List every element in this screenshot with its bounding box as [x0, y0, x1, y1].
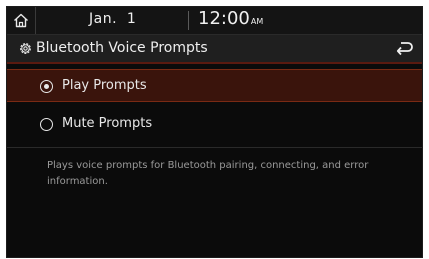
page-title: Bluetooth Voice Prompts: [36, 40, 208, 56]
gear-icon: [20, 43, 31, 54]
status-bar: Jan. 1 12:00AM: [7, 7, 422, 34]
ampm-indicator: AM: [250, 17, 264, 26]
screen: Jan. 1 12:00AM Bluetooth Voice Prompts P…: [6, 6, 423, 258]
clock-display: 12:00AM: [198, 8, 263, 29]
header-accent-line: [7, 62, 422, 64]
option-mute-prompts[interactable]: Mute Prompts: [7, 108, 422, 141]
divider: [7, 147, 422, 148]
home-button[interactable]: [7, 7, 36, 34]
option-label: Mute Prompts: [62, 116, 153, 131]
page-header: Bluetooth Voice Prompts: [7, 34, 422, 63]
description-text: Plays voice prompts for Bluetooth pairin…: [47, 160, 369, 187]
status-divider: [188, 11, 189, 30]
radio-selected-icon: [40, 80, 53, 93]
back-arrow-icon: [396, 42, 413, 56]
home-icon: [14, 13, 28, 28]
option-play-prompts[interactable]: Play Prompts: [7, 69, 422, 102]
radio-unselected-icon: [40, 118, 53, 131]
option-label: Play Prompts: [62, 78, 147, 93]
time-value: 12:00: [198, 8, 250, 29]
back-button[interactable]: [396, 40, 414, 60]
radio-dot: [43, 83, 49, 89]
date-display: Jan. 1: [89, 11, 137, 27]
